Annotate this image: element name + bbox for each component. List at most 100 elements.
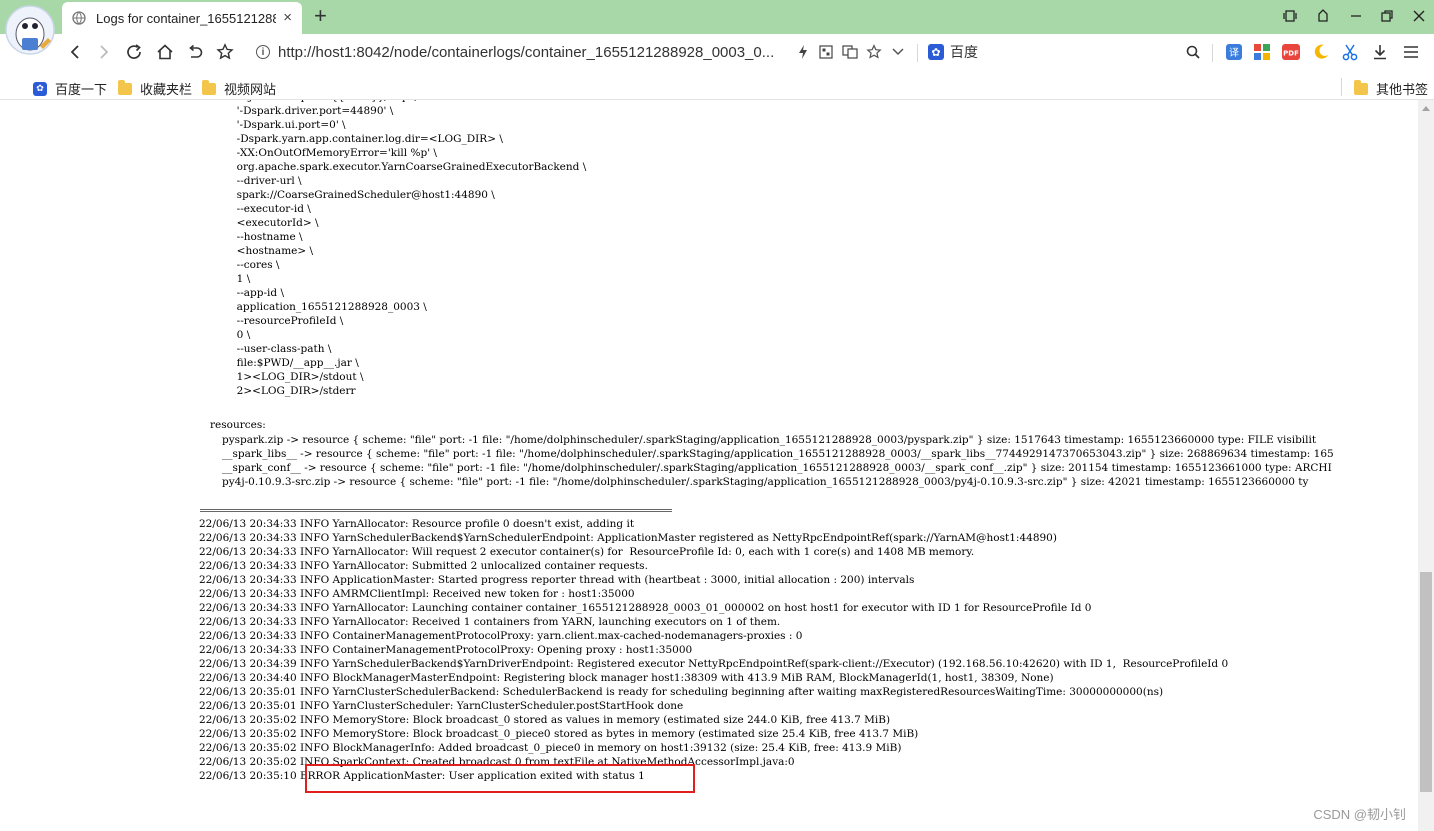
navigation-bar: i http://host1:8042/node/containerlogs/c…	[0, 34, 1434, 70]
log-info-line: 22/06/13 20:35:01 INFO YarnClusterSchedu…	[199, 686, 1164, 698]
csdn-watermark: CSDN @韧小钊	[1313, 807, 1406, 822]
baidu-paw-icon: ✿	[928, 44, 944, 60]
tab-strip: Logs for container_1655121288928_0003_01…	[0, 0, 1434, 55]
download-icon[interactable]	[1370, 42, 1390, 62]
log-info-line: 22/06/13 20:34:33 INFO YarnAllocator: La…	[199, 602, 1092, 614]
log-command-line: --driver-url \	[230, 175, 302, 187]
menu-icon[interactable]	[1401, 42, 1421, 62]
back-icon[interactable]	[64, 41, 86, 63]
url-text[interactable]: http://host1:8042/node/containerlogs/con…	[278, 44, 774, 61]
log-command-line: '-Dspark.ui.port=0' \	[230, 119, 346, 131]
log-command-line: --app-id \	[230, 287, 284, 299]
log-info-line: 22/06/13 20:34:33 INFO YarnAllocator: Re…	[199, 616, 781, 628]
error-highlight-box	[305, 764, 695, 793]
grid-icon[interactable]	[816, 42, 836, 62]
log-info-line: 22/06/13 20:34:39 INFO YarnSchedulerBack…	[199, 658, 1229, 670]
minimize-icon[interactable]	[1346, 6, 1366, 26]
bookmark-other-folder[interactable]: 其他书签	[1354, 79, 1428, 98]
vertical-scrollbar[interactable]	[1418, 100, 1434, 831]
tab-close-icon[interactable]: ×	[283, 10, 292, 26]
baidu-icon: ✿	[33, 81, 47, 96]
log-resource-line: __spark_libs__ -> resource { scheme: "fi…	[222, 448, 1334, 460]
log-command-line: application_1655121288928_0003 \	[230, 301, 427, 313]
apps-icon[interactable]	[1252, 42, 1272, 62]
log-command-line: --hostname \	[230, 231, 303, 243]
log-command-line: --cores \	[230, 259, 280, 271]
svg-text:PDF: PDF	[1283, 50, 1299, 58]
log-command-line: '-Dspark.driver.port=44890' \	[230, 105, 394, 117]
active-tab[interactable]: Logs for container_1655121288928_0003_01…	[62, 2, 302, 34]
lightning-icon[interactable]	[793, 42, 813, 62]
bookmark-favorites-folder[interactable]: 收藏夹栏	[118, 79, 192, 98]
bookmarks-bar: ✿ 百度一下 收藏夹栏 视频网站 其他书签	[0, 74, 1434, 100]
bookmark-label: 其他书签	[1376, 82, 1429, 97]
translate-icon[interactable]	[840, 42, 860, 62]
log-separator	[200, 509, 672, 512]
log-info-line: 22/06/13 20:35:02 INFO MemoryStore: Bloc…	[199, 728, 919, 740]
log-command-line: -XX:OnOutOfMemoryError='kill %p' \	[230, 147, 437, 159]
log-resource-line: pyspark.zip -> resource { scheme: "file"…	[222, 434, 1317, 446]
log-command-line: org.apache.spark.executor.YarnCoarseGrai…	[230, 161, 587, 173]
log-resource-line: __spark_conf__ -> resource { scheme: "fi…	[222, 462, 1332, 474]
log-command-line: <executorId> \	[230, 217, 319, 229]
svg-text:译: 译	[1229, 47, 1239, 59]
toolbar-divider	[1212, 44, 1213, 62]
pdf-icon[interactable]: PDF	[1281, 42, 1301, 62]
address-bar[interactable]: i http://host1:8042/node/containerlogs/c…	[256, 42, 774, 62]
log-command-line: --executor-id \	[230, 203, 311, 215]
log-info-line: 22/06/13 20:34:33 INFO AMRMClientImpl: R…	[199, 588, 635, 600]
toolbar-divider	[917, 44, 918, 62]
scrollbar-thumb[interactable]	[1420, 572, 1432, 792]
translate-ext-icon[interactable]: 译	[1224, 42, 1244, 62]
log-info-line: 22/06/13 20:34:33 INFO YarnAllocator: Su…	[199, 560, 648, 572]
undo-icon[interactable]	[184, 41, 206, 63]
log-resource-line: py4j-0.10.9.3-src.zip -> resource { sche…	[222, 476, 1309, 488]
favorite-icon[interactable]	[864, 42, 884, 62]
search-engine-label: 百度	[950, 44, 978, 60]
scroll-up-arrow-icon[interactable]	[1422, 106, 1430, 111]
star-icon[interactable]	[214, 41, 236, 63]
log-info-line: 22/06/13 20:35:02 INFO MemoryStore: Bloc…	[199, 714, 891, 726]
log-command-line: -Dspark.yarn.app.container.log.dir=<LOG_…	[230, 133, 503, 145]
search-icon[interactable]	[1183, 42, 1203, 62]
log-command-line: --user-class-path \	[230, 343, 332, 355]
chevron-down-icon[interactable]	[888, 42, 908, 62]
log-command-line: <hostname> \	[230, 245, 314, 257]
log-command-line: spark://CoarseGrainedScheduler@host1:448…	[230, 189, 495, 201]
log-command-line: 1><LOG_DIR>/stdout \	[230, 371, 364, 383]
log-info-line: 22/06/13 20:34:33 INFO ContainerManageme…	[199, 644, 693, 656]
forward-icon[interactable]	[93, 41, 115, 63]
folder-icon	[202, 79, 216, 95]
resources-header: resources:	[210, 419, 266, 431]
new-tab-button[interactable]: +	[314, 4, 327, 28]
browser-logo-icon	[5, 5, 55, 55]
log-info-line: 22/06/13 20:34:33 INFO ApplicationMaster…	[199, 574, 915, 586]
bookmark-label: 视频网站	[224, 82, 277, 97]
log-info-line: 22/06/13 20:34:33 INFO YarnAllocator: Wi…	[199, 546, 975, 558]
home-icon[interactable]	[154, 41, 176, 63]
folder-icon	[1354, 79, 1368, 95]
log-command-line: 2><LOG_DIR>/stderr	[230, 385, 356, 397]
log-command-line: --resourceProfileId \	[230, 315, 344, 327]
log-info-line: 22/06/13 20:34:33 INFO YarnSchedulerBack…	[199, 532, 1057, 544]
log-command-line: 0 \	[230, 329, 251, 341]
moon-icon[interactable]	[1311, 42, 1331, 62]
log-info-line: 22/06/13 20:34:33 INFO ContainerManageme…	[199, 630, 803, 642]
bookmark-label: 百度一下	[55, 82, 108, 97]
site-info-icon[interactable]: i	[256, 45, 270, 59]
log-command-line: file:$PWD/__app__.jar \	[230, 357, 359, 369]
scissors-icon[interactable]	[1340, 42, 1360, 62]
close-window-icon[interactable]	[1409, 6, 1429, 26]
log-info-line: 22/06/13 20:34:40 INFO BlockManagerMaste…	[199, 672, 1054, 684]
search-engine-selector[interactable]: ✿ 百度	[928, 42, 978, 62]
bookmark-video-folder[interactable]: 视频网站	[202, 79, 276, 98]
reload-icon[interactable]	[123, 41, 145, 63]
log-info-line: 22/06/13 20:34:33 INFO YarnAllocator: Re…	[199, 518, 635, 530]
log-info-line: 22/06/13 20:35:02 INFO BlockManagerInfo:…	[199, 742, 902, 754]
pin-icon[interactable]	[1313, 6, 1333, 26]
bookmark-label: 收藏夹栏	[140, 82, 193, 97]
maximize-icon[interactable]	[1377, 6, 1397, 26]
restore-icon[interactable]	[1280, 6, 1300, 26]
folder-icon	[118, 79, 132, 95]
bookmark-baidu[interactable]: ✿ 百度一下	[33, 79, 107, 98]
